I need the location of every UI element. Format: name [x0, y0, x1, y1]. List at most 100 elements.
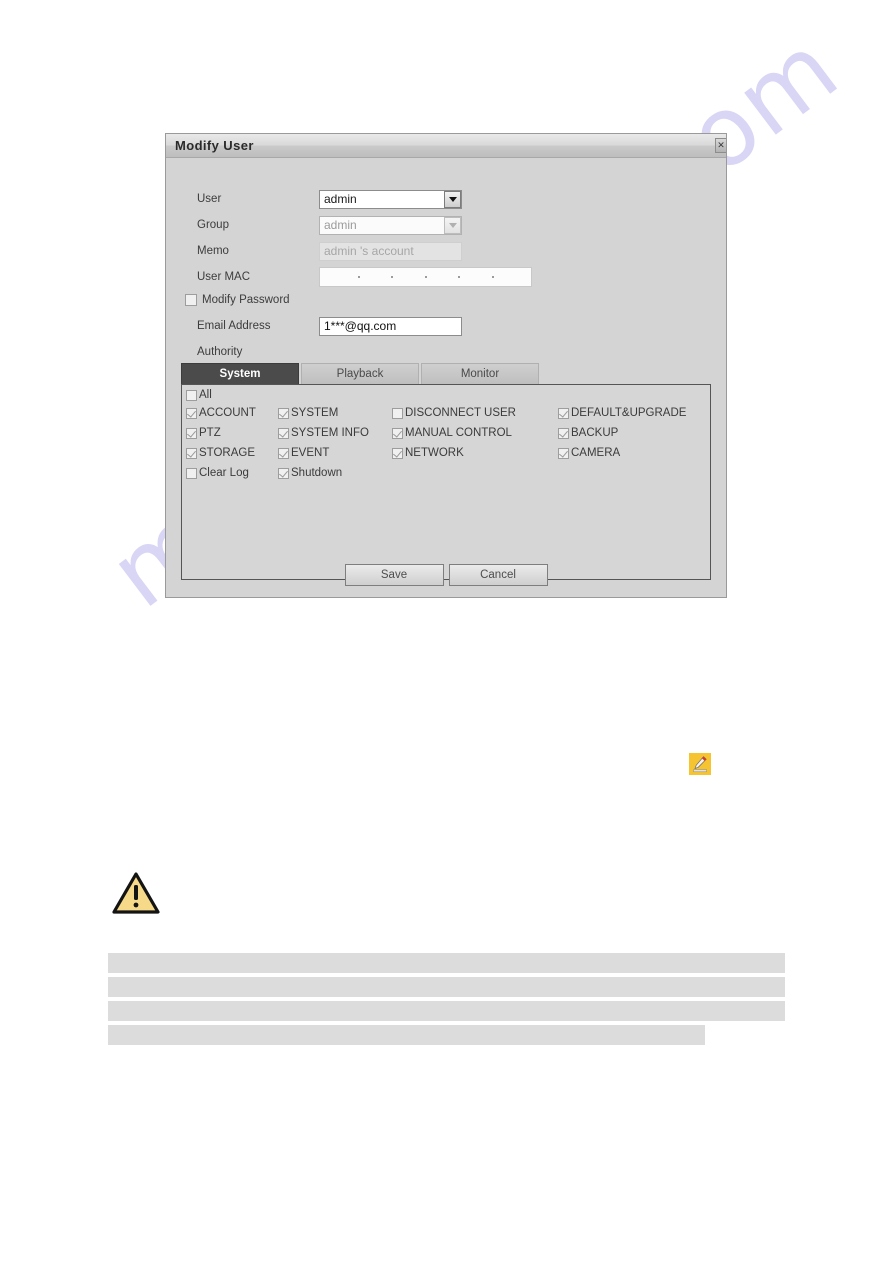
- permission-checkbox[interactable]: [392, 427, 403, 439]
- permission-item-default-upgrade[interactable]: DEFAULT&UPGRADE: [558, 407, 706, 419]
- permission-checkbox[interactable]: [558, 407, 569, 419]
- permission-item-system-info[interactable]: SYSTEM INFO: [278, 427, 392, 439]
- tab-monitor[interactable]: Monitor: [421, 363, 539, 384]
- redacted-text-bar: [108, 1025, 705, 1045]
- permission-checkbox[interactable]: [558, 427, 569, 439]
- group-select[interactable]: admin: [319, 215, 462, 235]
- mac-separator-dot: [458, 276, 460, 278]
- permission-checkbox[interactable]: [186, 407, 197, 419]
- user-select[interactable]: admin: [319, 189, 462, 209]
- permission-all-checkbox[interactable]: [186, 389, 197, 401]
- modify-password-label: Modify Password: [202, 294, 290, 306]
- redacted-text-bar: [108, 1001, 785, 1021]
- chevron-down-icon[interactable]: [444, 216, 461, 234]
- permission-item-clear-log[interactable]: Clear Log: [186, 467, 278, 479]
- permission-label: STORAGE: [199, 447, 256, 459]
- tab-system[interactable]: System: [181, 363, 299, 384]
- permission-all-row[interactable]: All: [186, 389, 212, 401]
- email-label: Email Address: [197, 320, 271, 332]
- form-row-memo: Memo admin 's account: [166, 240, 726, 262]
- user-label: User: [197, 193, 222, 205]
- authority-label: Authority: [197, 346, 243, 358]
- permission-checkbox[interactable]: [186, 447, 197, 459]
- permission-item-event[interactable]: EVENT: [278, 447, 392, 459]
- permission-checkbox[interactable]: [392, 447, 403, 459]
- permission-item-network[interactable]: NETWORK: [392, 447, 558, 459]
- permission-grid-spacer: [558, 467, 706, 479]
- chevron-down-icon[interactable]: [444, 190, 461, 208]
- user-select-wrapper: admin: [319, 189, 462, 209]
- group-select-wrapper: admin: [319, 215, 462, 235]
- permission-item-camera[interactable]: CAMERA: [558, 447, 706, 459]
- redacted-text-bar: [108, 953, 785, 973]
- save-button[interactable]: Save: [344, 564, 444, 586]
- edit-pencil-icon: [689, 753, 711, 775]
- permission-item-shutdown[interactable]: Shutdown: [278, 467, 392, 479]
- tab-playback[interactable]: Playback: [301, 363, 419, 384]
- page-title: Modify User: [175, 138, 254, 153]
- permission-label: DEFAULT&UPGRADE: [571, 407, 687, 419]
- modify-password-checkbox[interactable]: [185, 294, 197, 306]
- mac-separator-dot: [424, 276, 427, 278]
- permission-checkbox[interactable]: [392, 407, 403, 419]
- permission-panel: All ACCOUNT SYSTEM DISCONNECT USER DEFAU…: [181, 384, 711, 580]
- permission-all-label: All: [199, 389, 212, 401]
- modify-user-dialog: Modify User ✕ User admin Group admin Mem…: [165, 133, 727, 598]
- authority-tabs: System Playback Monitor: [181, 363, 539, 384]
- permission-item-backup[interactable]: BACKUP: [558, 427, 706, 439]
- permission-label: SYSTEM: [291, 407, 339, 419]
- permission-item-storage[interactable]: STORAGE: [186, 447, 278, 459]
- dialog-titlebar: Modify User ✕: [166, 134, 726, 158]
- permission-checkbox[interactable]: [278, 427, 289, 439]
- cancel-button[interactable]: Cancel: [448, 564, 548, 586]
- user-select-value: admin: [324, 192, 357, 206]
- email-field-wrapper: 1***@qq.com: [319, 316, 462, 336]
- email-field[interactable]: 1***@qq.com: [319, 316, 462, 336]
- permission-grid: ACCOUNT SYSTEM DISCONNECT USER DEFAULT&U…: [186, 407, 706, 479]
- permission-label: NETWORK: [405, 447, 464, 459]
- permission-item-disconnect-user[interactable]: DISCONNECT USER: [392, 407, 558, 419]
- memo-field[interactable]: admin 's account: [319, 241, 462, 261]
- permission-label: Shutdown: [291, 467, 343, 479]
- modify-password-row[interactable]: Modify Password: [185, 294, 290, 306]
- group-label: Group: [197, 219, 229, 231]
- form-row-user-mac: User MAC: [166, 266, 726, 288]
- mac-separator-dot: [391, 276, 393, 278]
- dialog-footer: Save Cancel: [166, 564, 726, 586]
- permission-label: EVENT: [291, 447, 330, 459]
- form-row-authority: Authority: [166, 341, 726, 363]
- permission-label: CAMERA: [571, 447, 621, 459]
- permission-item-system[interactable]: SYSTEM: [278, 407, 392, 419]
- memo-field-wrapper: admin 's account: [319, 241, 462, 261]
- user-mac-label: User MAC: [197, 271, 251, 283]
- redacted-text-bar: [108, 977, 785, 997]
- group-select-value: admin: [324, 218, 357, 232]
- close-icon[interactable]: ✕: [715, 138, 726, 153]
- dialog-body: User admin Group admin Memo admin 's acc…: [166, 158, 726, 597]
- permission-checkbox[interactable]: [278, 407, 289, 419]
- permission-label: MANUAL CONTROL: [405, 427, 512, 439]
- permission-checkbox[interactable]: [186, 467, 197, 479]
- warning-triangle-icon: [112, 871, 160, 915]
- permission-checkbox[interactable]: [278, 447, 289, 459]
- permission-checkbox[interactable]: [186, 427, 197, 439]
- user-mac-wrapper: [319, 267, 532, 287]
- permission-label: PTZ: [199, 427, 221, 439]
- form-row-email: Email Address 1***@qq.com: [166, 315, 726, 337]
- permission-label: DISCONNECT USER: [405, 407, 516, 419]
- permission-checkbox[interactable]: [558, 447, 569, 459]
- mac-separator-dot: [357, 276, 360, 278]
- mac-separator-dot: [491, 276, 494, 278]
- permission-grid-spacer: [392, 467, 558, 479]
- form-row-user: User admin: [166, 188, 726, 210]
- permission-item-ptz[interactable]: PTZ: [186, 427, 278, 439]
- user-mac-input[interactable]: [319, 267, 532, 287]
- form-row-group: Group admin: [166, 214, 726, 236]
- permission-label: SYSTEM INFO: [291, 427, 369, 439]
- permission-checkbox[interactable]: [278, 467, 289, 479]
- permission-label: Clear Log: [199, 467, 249, 479]
- permission-item-account[interactable]: ACCOUNT: [186, 407, 278, 419]
- memo-label: Memo: [197, 245, 229, 257]
- permission-label: ACCOUNT: [199, 407, 256, 419]
- permission-item-manual-control[interactable]: MANUAL CONTROL: [392, 427, 558, 439]
